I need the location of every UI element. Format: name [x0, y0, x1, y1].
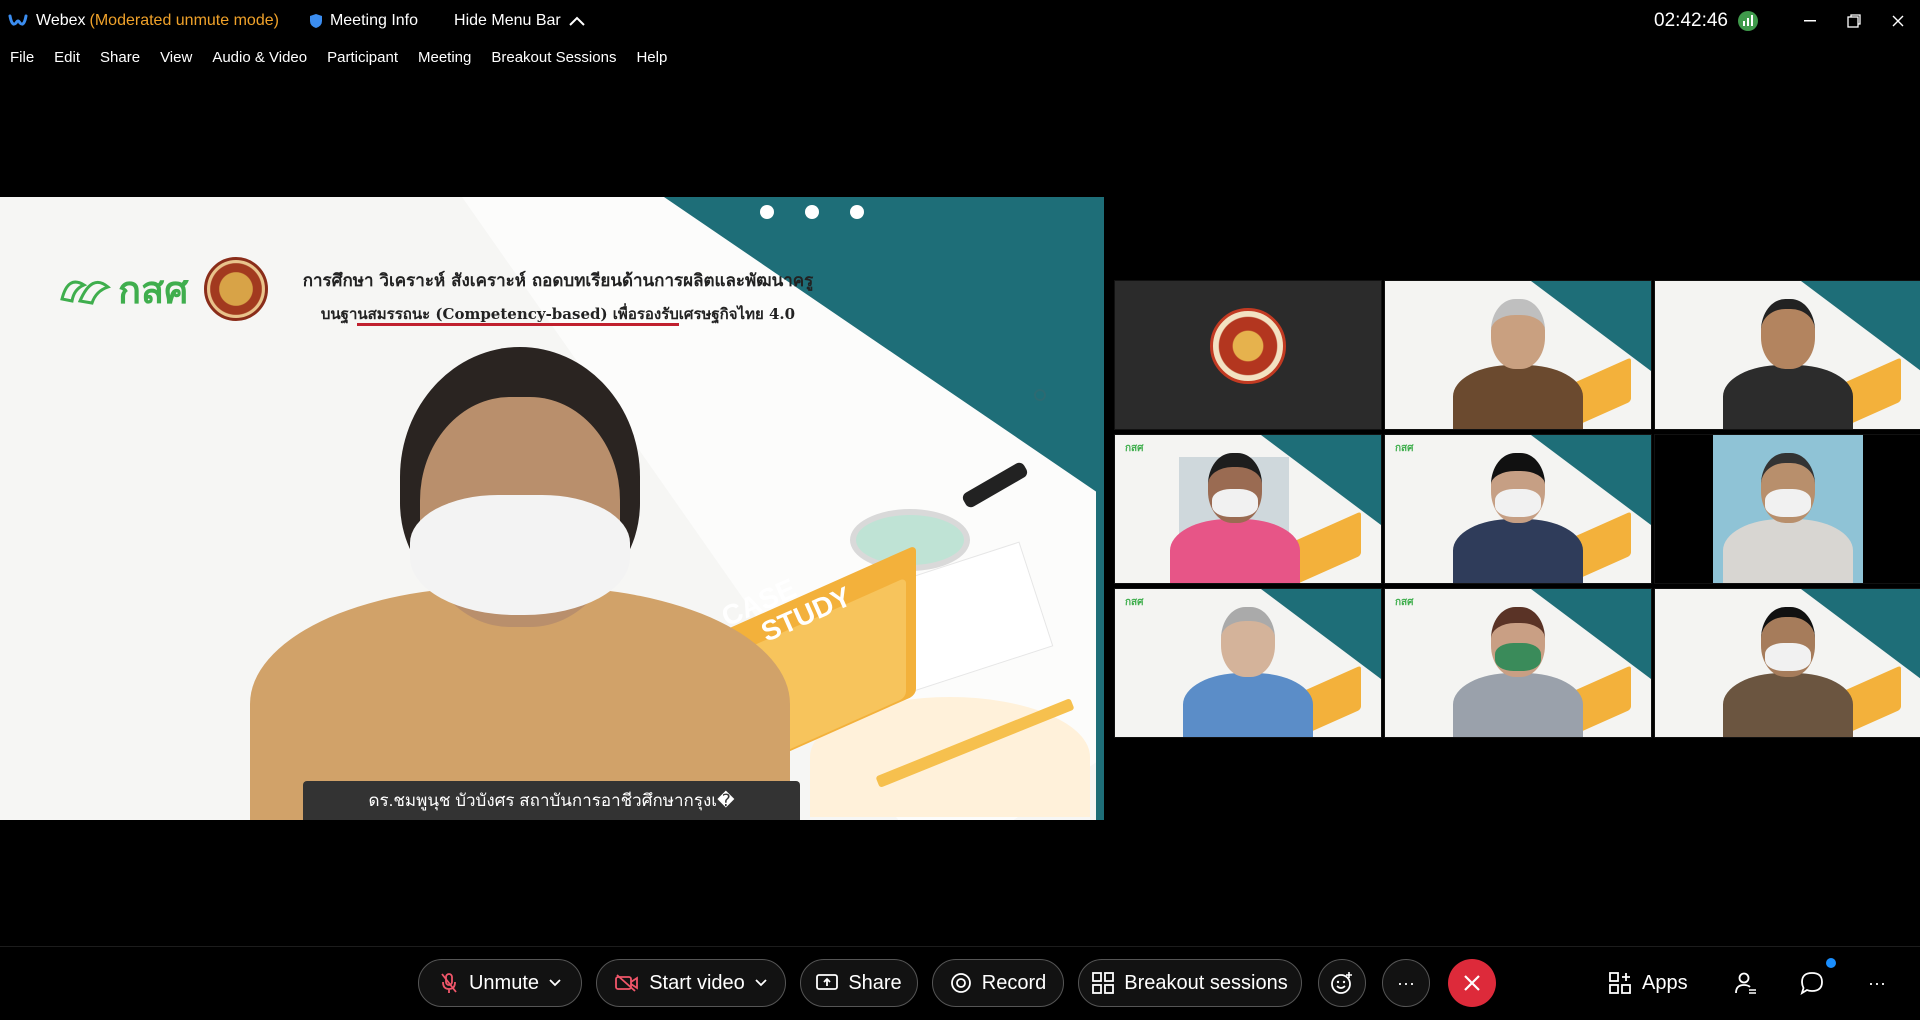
- speaker-name-tag: ดร.ชมพูนุช บัวบังศร สถาบันการอาชีวศึกษาก…: [303, 781, 800, 820]
- minimize-icon: [1804, 20, 1816, 22]
- participants-panel-button[interactable]: [1734, 959, 1758, 1007]
- menu-audio-video[interactable]: Audio & Video: [212, 49, 307, 66]
- close-icon: [1892, 15, 1904, 27]
- share-button[interactable]: Share: [800, 959, 918, 1007]
- share-screen-icon: [816, 974, 839, 990]
- institution-seal-icon: [204, 257, 269, 321]
- chevron-down-icon[interactable]: [755, 979, 767, 987]
- overflow-menu-button[interactable]: ···: [1868, 959, 1886, 1007]
- slide-search-icon: [1034, 389, 1046, 401]
- close-window-button[interactable]: [1876, 0, 1920, 42]
- participant-tile-3[interactable]: [1654, 280, 1920, 430]
- chevron-down-icon[interactable]: [549, 979, 561, 987]
- title-bar-right: 02:42:46: [1654, 0, 1920, 42]
- active-speaker-video[interactable]: กสศ การศึกษา วิเคราะห์ สังเคราะห์ ถอดบทเ…: [0, 197, 1104, 820]
- participant-tile-9[interactable]: [1654, 588, 1920, 738]
- slide-logo-text: กสศ: [118, 269, 189, 312]
- apps-icon: [1609, 972, 1631, 994]
- overflow-menu-label: ···: [1868, 972, 1886, 993]
- unmute-label: Unmute: [468, 971, 540, 994]
- video-off-icon: [615, 974, 639, 992]
- restore-button[interactable]: [1832, 0, 1876, 42]
- meeting-clock: 02:42:46: [1654, 10, 1728, 31]
- participant-tile-5[interactable]: กสศ: [1384, 434, 1652, 584]
- participant-seal-avatar: [1210, 308, 1286, 384]
- participant-tile-8[interactable]: กสศ: [1384, 588, 1652, 738]
- chevron-up-icon: [569, 16, 585, 26]
- unmute-button[interactable]: Unmute: [418, 959, 582, 1007]
- meeting-info-label: Meeting Info: [329, 12, 419, 29]
- menu-edit[interactable]: Edit: [54, 49, 80, 66]
- menu-bar: File Edit Share View Audio & Video Parti…: [0, 44, 687, 70]
- close-icon: [1464, 975, 1480, 991]
- reactions-button[interactable]: [1318, 959, 1366, 1007]
- hide-menu-bar-button[interactable]: Hide Menu Bar: [454, 12, 585, 30]
- leaf-logo-icon: [60, 280, 111, 305]
- speaker-mask: [410, 495, 630, 615]
- menu-help[interactable]: Help: [636, 49, 667, 66]
- webex-window: Webex (Moderated unmute mode) Meeting In…: [0, 0, 1920, 1020]
- more-options-label: ···: [1397, 972, 1415, 993]
- slide-title-underline: [357, 323, 679, 326]
- slide-title: การศึกษา วิเคราะห์ สังเคราะห์ ถอดบทเรียน…: [278, 267, 838, 326]
- start-video-label: Start video: [649, 971, 745, 994]
- share-label: Share: [848, 971, 902, 994]
- breakout-sessions-label: Breakout sessions: [1124, 971, 1288, 994]
- menu-participant[interactable]: Participant: [327, 49, 398, 66]
- participant-tile-6[interactable]: [1654, 434, 1920, 584]
- more-options-button[interactable]: ···: [1382, 959, 1430, 1007]
- menu-breakout-sessions[interactable]: Breakout Sessions: [491, 49, 616, 66]
- slide-logo-group: กสศ: [58, 257, 269, 321]
- meeting-info-button[interactable]: Meeting Info: [309, 12, 418, 30]
- hide-menu-bar-label: Hide Menu Bar: [454, 12, 561, 29]
- meeting-mode-label: (Moderated unmute mode): [89, 12, 279, 29]
- participant-video-grid: กสศ กสศ กสศ กสศ: [1114, 280, 1920, 738]
- restore-icon: [1847, 14, 1861, 28]
- menu-view[interactable]: View: [160, 49, 192, 66]
- breakout-sessions-button[interactable]: Breakout sessions: [1078, 959, 1302, 1007]
- record-label: Record: [981, 971, 1047, 994]
- webex-logo-icon: [8, 11, 28, 31]
- emoji-reaction-icon: [1331, 972, 1352, 994]
- record-icon: [950, 973, 971, 993]
- menu-file[interactable]: File: [10, 49, 34, 66]
- apps-label: Apps: [1642, 971, 1688, 994]
- menu-meeting[interactable]: Meeting: [418, 49, 471, 66]
- end-meeting-button[interactable]: [1448, 959, 1496, 1007]
- participant-tile-2[interactable]: [1384, 280, 1652, 430]
- slide-dots: [760, 205, 864, 219]
- connection-signal-icon[interactable]: [1738, 11, 1758, 31]
- apps-button[interactable]: Apps: [1608, 959, 1688, 1007]
- participant-tile-1[interactable]: [1114, 280, 1382, 430]
- record-button[interactable]: Record: [932, 959, 1064, 1007]
- chat-icon: [1800, 972, 1823, 995]
- menu-share[interactable]: Share: [100, 49, 140, 66]
- title-bar: Webex (Moderated unmute mode) Meeting In…: [0, 0, 1920, 42]
- slide-title-line1: การศึกษา วิเคราะห์ สังเคราะห์ ถอดบทเรียน…: [302, 271, 814, 291]
- minimize-button[interactable]: [1788, 0, 1832, 42]
- app-name: Webex: [36, 12, 86, 29]
- breakout-grid-icon: [1092, 972, 1115, 994]
- shield-icon: [309, 14, 322, 28]
- start-video-button[interactable]: Start video: [596, 959, 786, 1007]
- slide-teal-edge: [1096, 197, 1104, 820]
- microphone-muted-icon: [441, 973, 457, 993]
- chat-panel-button[interactable]: [1800, 959, 1824, 1007]
- chat-notification-dot: [1826, 958, 1836, 968]
- participant-tile-7[interactable]: กสศ: [1114, 588, 1382, 738]
- participants-icon: [1735, 972, 1756, 994]
- meeting-controls-bar: Unmute Start video Share Record Breakout…: [0, 946, 1920, 1020]
- participant-tile-4[interactable]: กสศ: [1114, 434, 1382, 584]
- speaker-figure: [250, 347, 790, 820]
